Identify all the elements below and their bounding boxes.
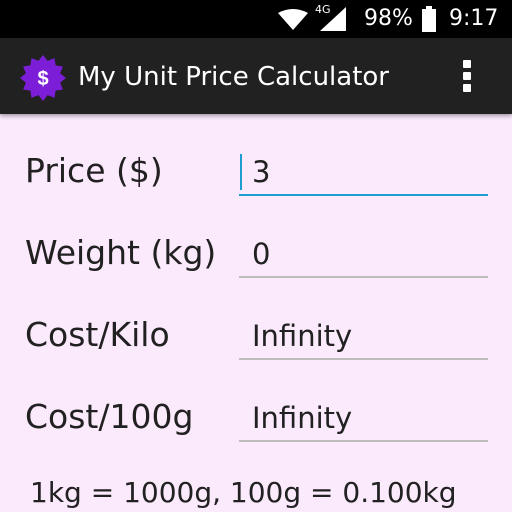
battery-icon	[422, 6, 436, 32]
cost-per-100g-label: Cost/100g	[25, 397, 194, 436]
app-title: My Unit Price Calculator	[78, 62, 389, 92]
dollar-symbol: $	[37, 68, 48, 90]
status-bar: 4G 98% 9:17	[0, 0, 512, 38]
weight-label: Weight (kg)	[25, 233, 217, 272]
cost-per-100g-value: Infinity	[252, 401, 353, 435]
overflow-menu-icon[interactable]	[456, 58, 478, 94]
clock: 9:17	[449, 6, 499, 31]
cost-per-kilo-label: Cost/Kilo	[25, 315, 170, 354]
weight-input[interactable]: 0	[239, 232, 488, 278]
cost-per-kilo-field[interactable]: Infinity	[239, 314, 488, 360]
text-cursor	[240, 154, 242, 190]
price-value: 3	[252, 155, 271, 189]
cost-per-kilo-value: Infinity	[252, 319, 353, 353]
weight-value: 0	[252, 237, 271, 271]
conversion-note: 1kg = 1000g, 100g = 0.100kg	[30, 476, 457, 509]
battery-percent: 98%	[364, 6, 413, 31]
price-label: Price ($)	[25, 151, 163, 190]
dollar-badge-icon: $	[20, 55, 66, 101]
price-input[interactable]: 3	[239, 150, 488, 196]
network-type-label: 4G	[315, 3, 331, 16]
app-bar: $ My Unit Price Calculator	[0, 38, 512, 114]
cost-per-100g-field[interactable]: Infinity	[239, 396, 488, 442]
wifi-icon	[278, 9, 308, 30]
